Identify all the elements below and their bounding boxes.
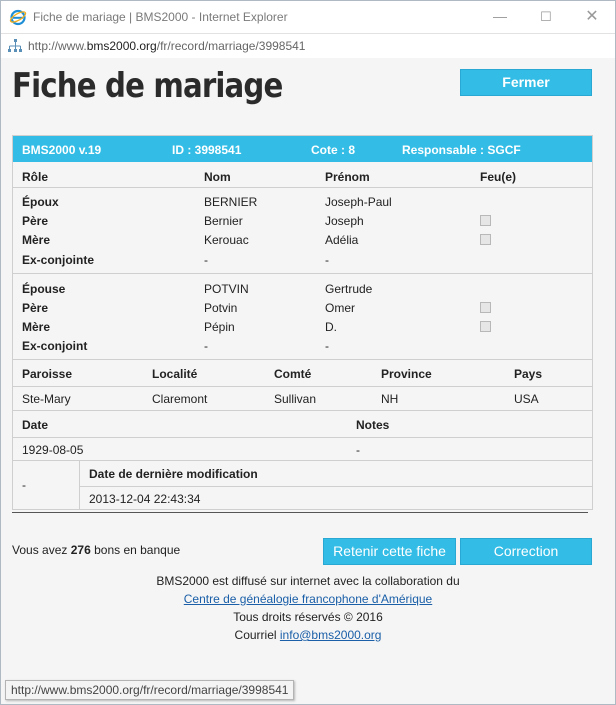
groom-father-role: Père <box>22 214 49 228</box>
modification-separator <box>80 486 592 487</box>
footer-partner-row: Centre de généalogie francophone d'Améri… <box>1 592 615 606</box>
bride-ex-role: Ex-conjoint <box>22 339 88 353</box>
bride-ex-nom: - <box>204 339 208 353</box>
groom-father-deceased-checkbox[interactable] <box>480 215 491 226</box>
bank-balance: Vous avez 276 bons en banque <box>12 543 180 557</box>
url-text[interactable]: http://www.bms2000.org/fr/record/marriag… <box>28 39 305 53</box>
col-feu: Feu(e) <box>480 170 516 184</box>
modification-divider <box>79 461 80 509</box>
bank-prefix: Vous avez <box>12 543 68 557</box>
groom-father-nom: Bernier <box>204 214 243 228</box>
bride-role: Épouse <box>22 282 66 296</box>
date-value: 1929-08-05 <box>22 443 84 457</box>
version-label: BMS2000 v.19 <box>22 143 102 157</box>
loc-localite-header: Localité <box>152 367 198 381</box>
minimize-icon: — <box>493 8 507 24</box>
bride-mother-deceased-checkbox[interactable] <box>480 321 491 332</box>
marriage-record: BMS2000 v.19 ID : 3998541 Cote : 8 Respo… <box>12 135 593 510</box>
responsable-label: Responsable : SGCF <box>402 143 521 157</box>
bride-nom: POTVIN <box>204 282 249 296</box>
loc-comte: Sullivan <box>274 392 317 406</box>
modification-label: Date de dernière modification <box>89 467 258 481</box>
record-header: BMS2000 v.19 ID : 3998541 Cote : 8 Respo… <box>13 136 592 162</box>
bank-suffix: bons en banque <box>94 543 181 557</box>
modification-value: 2013-12-04 22:43:34 <box>89 492 201 506</box>
loc-localite: Claremont <box>152 392 208 406</box>
close-record-button[interactable]: Fermer <box>460 69 592 96</box>
notes-value: - <box>356 443 360 457</box>
courriel-label: Courriel <box>234 628 277 642</box>
date-values-row: 1929-08-05 - <box>13 437 592 460</box>
address-bar[interactable]: http://www.bms2000.org/fr/record/marriag… <box>1 33 615 59</box>
groom-role: Époux <box>22 195 59 209</box>
url-domain: bms2000.org <box>86 39 157 53</box>
bride-section: Épouse POTVIN Gertrude Père Potvin Omer … <box>13 273 592 359</box>
notes-header: Notes <box>356 418 390 432</box>
groom-ex-nom: - <box>204 253 208 267</box>
groom-father-prenom: Joseph <box>325 214 364 228</box>
maximize-button[interactable]: ☐ <box>523 1 569 33</box>
footer-collab-line: BMS2000 est diffusé sur internet avec la… <box>156 574 460 588</box>
col-prenom: Prénom <box>325 170 370 184</box>
page-title: Fiche de mariage <box>12 66 283 106</box>
modification-block: - Date de dernière modification 2013-12-… <box>13 460 592 509</box>
people-header-row: Rôle Nom Prénom Feu(e) <box>13 162 592 187</box>
footer-separator <box>12 512 588 513</box>
loc-paroisse: Ste-Mary <box>22 392 71 406</box>
modification-left-value: - <box>22 478 26 492</box>
minimize-button[interactable]: — <box>477 1 523 33</box>
loc-pays-header: Pays <box>514 367 543 381</box>
groom-prenom: Joseph-Paul <box>325 195 392 209</box>
groom-nom: BERNIER <box>204 195 258 209</box>
bride-prenom: Gertrude <box>325 282 373 296</box>
status-bar-url: http://www.bms2000.org/fr/record/marriag… <box>5 680 295 700</box>
title-bar: Fiche de mariage | BMS2000 - Internet Ex… <box>1 1 615 33</box>
bride-mother-role: Mère <box>22 320 51 334</box>
groom-mother-deceased-checkbox[interactable] <box>480 234 491 245</box>
bride-ex-prenom: - <box>325 339 329 353</box>
groom-section: Époux BERNIER Joseph-Paul Père Bernier J… <box>13 187 592 273</box>
bride-father-role: Père <box>22 301 49 315</box>
page-content: Fiche de mariage Fermer BMS2000 v.19 ID … <box>1 58 615 704</box>
bride-mother-prenom: D. <box>325 320 337 334</box>
url-prefix: http://www. <box>28 39 87 53</box>
partner-link[interactable]: Centre de généalogie francophone d'Améri… <box>184 592 432 606</box>
close-window-button[interactable]: ✕ <box>569 1 615 33</box>
loc-comte-header: Comté <box>274 367 312 381</box>
groom-mother-role: Mère <box>22 233 51 247</box>
footer-rights: Tous droits réservés © 2016 <box>233 610 383 624</box>
loc-paroisse-header: Paroisse <box>22 367 73 381</box>
bride-father-deceased-checkbox[interactable] <box>480 302 491 313</box>
bride-father-prenom: Omer <box>325 301 355 315</box>
groom-mother-nom: Kerouac <box>204 233 249 247</box>
email-link[interactable]: info@bms2000.org <box>280 628 382 642</box>
cote-label: Cote : 8 <box>311 143 356 157</box>
maximize-icon: ☐ <box>540 9 552 24</box>
browser-window: Fiche de mariage | BMS2000 - Internet Ex… <box>0 0 616 705</box>
col-role: Rôle <box>22 170 49 184</box>
loc-province-header: Province <box>381 367 432 381</box>
close-icon: ✕ <box>585 8 599 25</box>
location-values-row: Ste-Mary Claremont Sullivan NH USA <box>13 386 592 410</box>
location-header-row: Paroisse Localité Comté Province Pays <box>13 359 592 386</box>
date-header-row: Date Notes <box>13 410 592 437</box>
groom-ex-role: Ex-conjointe <box>22 253 95 267</box>
groom-ex-prenom: - <box>325 253 329 267</box>
url-path: /fr/record/marriage/3998541 <box>156 39 306 53</box>
window-title: Fiche de mariage | BMS2000 - Internet Ex… <box>33 10 288 24</box>
bride-mother-nom: Pépin <box>204 320 235 334</box>
record-id: ID : 3998541 <box>172 143 242 157</box>
groom-mother-prenom: Adélia <box>325 233 359 247</box>
ie-logo-icon <box>9 9 27 26</box>
loc-province: NH <box>381 392 399 406</box>
col-nom: Nom <box>204 170 231 184</box>
loc-pays: USA <box>514 392 539 406</box>
correction-button[interactable]: Correction <box>460 538 592 565</box>
bank-count: 276 <box>70 543 91 557</box>
site-tree-icon <box>8 39 22 52</box>
date-header: Date <box>22 418 49 432</box>
footer-email-row: Courriel info@bms2000.org <box>1 628 615 642</box>
retain-record-button[interactable]: Retenir cette fiche <box>323 538 456 565</box>
bride-father-nom: Potvin <box>204 301 238 315</box>
